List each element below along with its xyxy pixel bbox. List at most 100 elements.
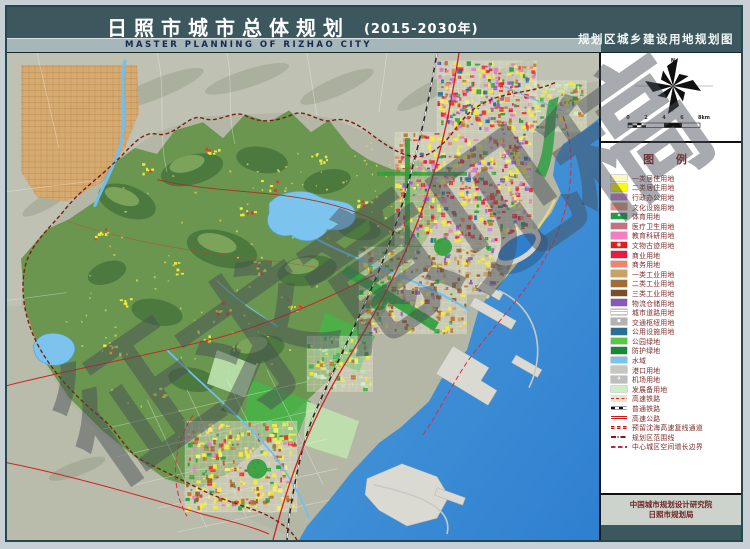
legend-color-swatch [611, 175, 627, 182]
legend-color-swatch [611, 184, 627, 191]
planning-map-canvas [7, 53, 599, 540]
legend-label: 二类工业用地 [632, 278, 675, 288]
legend-item: ▪ 交通枢纽用地 [611, 317, 737, 327]
legend-color-swatch [611, 232, 627, 239]
legend-item: 高速公路 [611, 413, 737, 423]
compass-scalebar-box: N [601, 53, 741, 143]
legend-label: 教育科研用地 [632, 230, 675, 240]
legend-label: 交通枢纽用地 [632, 317, 675, 327]
compass-and-scalebar: N [601, 53, 739, 141]
legend-color-swatch [611, 366, 627, 373]
legend-item: 教育科研用地 [611, 231, 737, 241]
legend-label: 水域 [632, 355, 646, 365]
legend-title: 图 例 [602, 151, 737, 167]
legend-label: 文化设施用地 [632, 202, 675, 212]
legend-label: 预留沈海高速复线通道 [632, 422, 703, 432]
legend-label: 公用设施用地 [632, 326, 675, 336]
legend-label: 公园绿地 [632, 336, 660, 346]
legend-item: 水域 [611, 355, 737, 365]
legend-label: 防护绿地 [632, 345, 660, 355]
plan-sheet: 日照市城市总体规划 (2015-2030年) MASTER PLANNING O… [5, 5, 743, 542]
legend-color-swatch [611, 280, 627, 287]
legend-color-swatch [611, 347, 627, 354]
legend-color-swatch [611, 223, 627, 230]
roads-swatch [611, 309, 627, 316]
legend-item: 物流仓储用地 [611, 298, 737, 308]
map-area [7, 53, 601, 540]
transport-hub-icon: ▪ [611, 318, 627, 325]
legend-label: 普通铁路 [632, 403, 660, 413]
legend-label: 城市道路用地 [632, 307, 675, 317]
legend-item: 中心城区空间增长边界 [611, 442, 737, 452]
hsr-line-swatch [611, 395, 627, 402]
legend-item: 公园绿地 [611, 336, 737, 346]
legend-label: 医疗卫生用地 [632, 221, 675, 231]
plan-sheet-page: { "header": { "title": "日照市城市总体规划", "tit… [0, 0, 750, 549]
legend-label: 商务用地 [632, 259, 660, 269]
legend-color-swatch [611, 357, 627, 364]
content-row: N [7, 53, 741, 540]
sheet-title: 规划区城乡建设用地规划图 [578, 31, 734, 47]
legend-item: 文化设施用地 [611, 202, 737, 212]
legend-item: ✦体育用地 [611, 211, 737, 221]
legend-label: 商业用地 [632, 250, 660, 260]
subtitle-band: MASTER PLANNING OF RIZHAO CITY [7, 38, 601, 52]
legend-color-swatch [611, 194, 627, 201]
legend-color-swatch [611, 338, 627, 345]
legend-item: 公用设施用地 [611, 327, 737, 337]
legend-label: 一类居住用地 [632, 173, 675, 183]
legend-item: 规划区范围线 [611, 432, 737, 442]
growth-line-swatch [611, 443, 627, 450]
credits-box: 中国城市规划设计研究院 日照市规划局 [601, 493, 741, 525]
rail-line-swatch [611, 405, 627, 412]
legend-item: 二类居住用地 [611, 183, 737, 193]
scale-tick: 8km [698, 115, 710, 121]
legend-label: 物流仓储用地 [632, 298, 675, 308]
legend-item: 高速铁路 [611, 394, 737, 404]
legend-label: 文物古迹用地 [632, 240, 675, 250]
legend-item: 发展备用地 [611, 384, 737, 394]
airplane-icon: ✈ [611, 376, 627, 383]
legend-label: 港口用地 [632, 365, 660, 375]
scale-bar: 0 2 4 6 8km [626, 115, 710, 128]
legend-color-swatch [611, 270, 627, 277]
reserved-line-swatch [611, 424, 627, 431]
legend-item: 二类工业用地 [611, 279, 737, 289]
legend-item: 港口用地 [611, 365, 737, 375]
legend-item: 医疗卫生用地 [611, 221, 737, 231]
legend-label: 三类工业用地 [632, 288, 675, 298]
legend-item: 一类居住用地 [611, 173, 737, 183]
expwy-line-swatch [611, 414, 627, 421]
legend-label: 发展备用地 [632, 384, 667, 394]
legend-label: 高速公路 [632, 413, 660, 423]
legend-color-swatch [611, 299, 627, 306]
header-bar: 日照市城市总体规划 (2015-2030年) MASTER PLANNING O… [7, 7, 741, 53]
legend-item: ✈机场用地 [611, 374, 737, 384]
legend-item: 普通铁路 [611, 403, 737, 413]
legend-item: 城市道路用地 [611, 307, 737, 317]
scale-tick: 0 [626, 115, 630, 121]
legend-label: 体育用地 [632, 211, 660, 221]
legend-color-swatch [611, 251, 627, 258]
legend-item: 防护绿地 [611, 346, 737, 356]
subtitle-en: MASTER PLANNING OF RIZHAO CITY [125, 39, 601, 52]
scale-tick: 2 [644, 115, 648, 121]
title-years: (2015-2030年) [364, 22, 479, 37]
legend-panel: N [601, 53, 741, 540]
boundary-line-swatch [611, 434, 627, 441]
legend-label: 一类工业用地 [632, 269, 675, 279]
legend-color-swatch [611, 328, 627, 335]
title-main: 日照市城市总体规划 [107, 16, 350, 40]
legend-item: ◉文物古迹用地 [611, 240, 737, 250]
credit-institute: 中国城市规划设计研究院 [601, 500, 741, 510]
legend-color-swatch [611, 203, 627, 210]
scale-tick: 4 [662, 115, 666, 121]
legend-item: 行政办公用地 [611, 192, 737, 202]
legend-label: 规划区范围线 [632, 432, 675, 442]
legend-label: 行政办公用地 [632, 192, 675, 202]
legend-box: 图 例 一类居住用地二类居住用地行政办公用地文化设施用地✦体育用地医疗卫生用地教… [601, 143, 741, 493]
legend-color-swatch [611, 386, 627, 393]
legend-item: 商务用地 [611, 259, 737, 269]
legend-label: 中心城区空间增长边界 [632, 441, 703, 451]
legend-label: 二类居住用地 [632, 182, 675, 192]
